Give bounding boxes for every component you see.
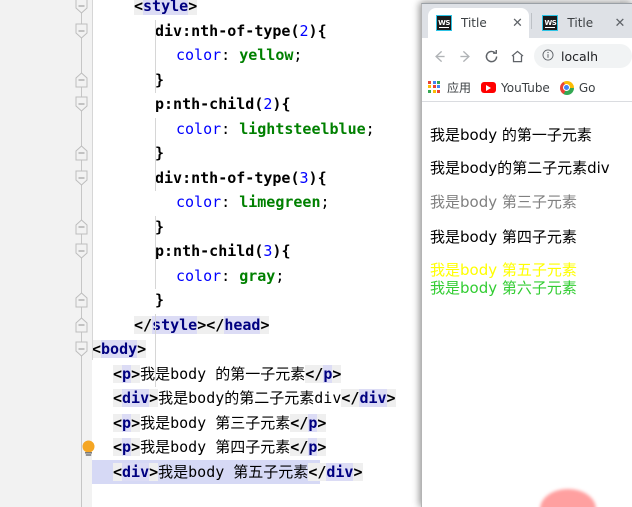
browser-tab-0-title: Title bbox=[461, 16, 487, 30]
code-folding-column[interactable] bbox=[72, 0, 92, 507]
address-bar[interactable]: localh bbox=[534, 44, 632, 68]
close-icon[interactable]: ✕ bbox=[612, 15, 628, 31]
fold-collapse-icon[interactable] bbox=[75, 341, 88, 358]
indent-guide bbox=[155, 216, 156, 289]
fold-expand-icon[interactable] bbox=[75, 71, 88, 89]
code-line-9[interactable]: } bbox=[155, 68, 164, 93]
bookmark-google-label: Go bbox=[578, 80, 596, 95]
code-line-25[interactable]: <div>我是body 第五子元素</div> bbox=[113, 460, 363, 485]
code-line-24[interactable]: <p>我是body 第四子元素</p> bbox=[113, 435, 327, 460]
rendered-element-5: 我是body 第五子元素 bbox=[430, 261, 577, 279]
page-viewport: 我是body 的第一子元素 我是body的第二子元素div 我是body 第三子元素… bbox=[422, 102, 632, 506]
browser-tab-strip[interactable]: WS Title ✕ WS Title ✕ bbox=[422, 4, 632, 38]
favicon-underline bbox=[545, 26, 556, 28]
forward-arrow-icon[interactable] bbox=[452, 43, 478, 69]
code-line-16[interactable]: p:nth-child(3){ bbox=[155, 239, 290, 264]
tab-separator bbox=[531, 13, 533, 29]
rendered-element-6: 我是body 第六子元素 bbox=[430, 279, 577, 297]
bookmark-youtube-label: YouTube bbox=[501, 80, 550, 95]
apps-grid-icon bbox=[428, 80, 442, 95]
bookmark-apps-label: 应用 bbox=[447, 81, 472, 95]
home-icon[interactable] bbox=[504, 43, 530, 69]
browser-tab-1-title: Title bbox=[567, 16, 594, 30]
favicon-underline bbox=[439, 26, 449, 28]
browser-tab-0[interactable]: WS Title ✕ bbox=[428, 8, 530, 38]
close-icon[interactable]: ✕ bbox=[509, 15, 525, 31]
code-line-15[interactable]: } bbox=[155, 215, 164, 240]
code-line-11[interactable]: color: lightsteelblue; bbox=[176, 117, 375, 142]
code-line-23[interactable]: <p>我是body 第三子元素</p> bbox=[113, 411, 327, 436]
code-line-22[interactable]: <div>我是body的第二子元素div</div> bbox=[113, 386, 396, 411]
browser-tab-1[interactable]: WS Title ✕ bbox=[534, 8, 632, 38]
favicon-ws-text: WS bbox=[544, 18, 557, 27]
indent-guide bbox=[155, 314, 156, 387]
fold-collapse-icon[interactable] bbox=[75, 170, 88, 187]
code-line-7[interactable]: div:nth-of-type(2){ bbox=[155, 19, 327, 44]
indent-guide bbox=[92, 0, 93, 360]
fold-collapse-icon[interactable] bbox=[75, 96, 88, 113]
code-line-21[interactable]: <p>我是body 的第一子元素</p> bbox=[113, 362, 342, 387]
bookmarks-bar[interactable]: 应用 YouTube Go bbox=[422, 74, 632, 102]
rendered-element-3: 我是body 第三子元素 bbox=[430, 193, 577, 211]
fold-expand-icon[interactable] bbox=[75, 292, 88, 309]
indent-guide bbox=[155, 20, 156, 93]
chrome-icon bbox=[559, 80, 574, 95]
rendered-element-2: 我是body的第二子元素div bbox=[430, 159, 610, 177]
fold-collapse-icon[interactable] bbox=[75, 23, 88, 40]
lightbulb-icon[interactable] bbox=[80, 439, 97, 458]
indent-guide bbox=[155, 118, 156, 191]
webstorm-favicon: WS bbox=[436, 15, 452, 31]
fold-expand-icon[interactable] bbox=[75, 316, 88, 334]
bookmark-youtube[interactable]: YouTube bbox=[481, 81, 550, 95]
code-line-20[interactable]: <body> bbox=[92, 337, 147, 362]
code-line-10[interactable]: p:nth-child(2){ bbox=[155, 92, 290, 117]
code-line-8[interactable]: color: yellow; bbox=[176, 43, 302, 68]
chrome-browser-window[interactable]: WS Title ✕ WS Title ✕ localh 应用 YouTube … bbox=[421, 3, 632, 507]
reload-icon[interactable] bbox=[478, 43, 504, 69]
fold-expand-icon[interactable] bbox=[75, 145, 88, 162]
webstorm-favicon: WS bbox=[542, 15, 559, 31]
back-arrow-icon[interactable] bbox=[426, 43, 452, 69]
rendered-element-4: 我是body 第四子元素 bbox=[430, 228, 577, 246]
youtube-icon bbox=[481, 82, 497, 93]
bookmark-apps[interactable]: 应用 bbox=[428, 79, 471, 96]
code-line-13[interactable]: div:nth-of-type(3){ bbox=[155, 166, 327, 191]
info-circle-icon[interactable] bbox=[541, 47, 555, 66]
fold-collapse-icon[interactable] bbox=[75, 0, 88, 15]
code-line-14[interactable]: color: limegreen; bbox=[176, 190, 330, 215]
favicon-ws-text: WS bbox=[438, 18, 450, 27]
fold-expand-icon[interactable] bbox=[75, 218, 88, 236]
code-line-12[interactable]: } bbox=[155, 141, 164, 166]
bookmark-google[interactable]: Go bbox=[559, 80, 596, 95]
code-line-18[interactable]: } bbox=[155, 288, 164, 313]
browser-toolbar[interactable]: localh bbox=[422, 38, 632, 74]
code-line-6[interactable]: <style> bbox=[134, 0, 198, 19]
address-bar-url[interactable]: localh bbox=[561, 49, 598, 64]
fold-collapse-icon[interactable] bbox=[75, 243, 88, 260]
code-line-17[interactable]: color: gray; bbox=[176, 264, 284, 289]
rendered-element-1: 我是body 的第一子元素 bbox=[430, 126, 592, 144]
editor-gutter[interactable] bbox=[0, 0, 72, 507]
